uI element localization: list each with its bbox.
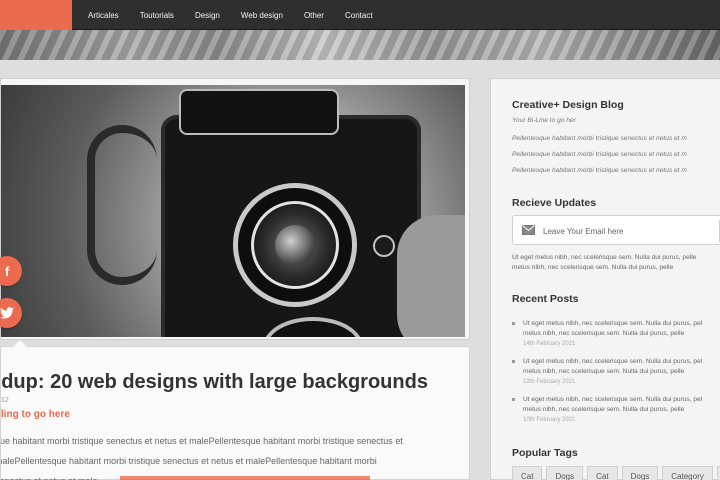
- popular-tags-title: Popular Tags: [512, 447, 578, 459]
- post-date: 12: [1, 397, 9, 404]
- recent-post-text[interactable]: Ut eget metus nibh, nec scelerisque sem.…: [523, 357, 702, 377]
- camera-lens-glass: [275, 225, 315, 265]
- blog-tagline: Your Bi-Line to go her: [512, 117, 576, 124]
- post-hero-image[interactable]: [1, 85, 465, 337]
- nav-item-design[interactable]: Design: [195, 11, 231, 20]
- tag-list: Cat Dogs Cat Dogs Category C: [512, 466, 720, 480]
- updates-text: metus nibh, nec scelerisque sem. Nulla d…: [512, 264, 674, 271]
- main-nav: Articales Toutorials Design Web design O…: [88, 0, 394, 30]
- recent-post-date: 14th February 2021: [523, 341, 576, 347]
- tag-item[interactable]: Cat: [512, 466, 543, 480]
- camera-knob: [373, 235, 395, 257]
- recent-posts-title: Recent Posts: [512, 293, 579, 305]
- top-navigation-bar: Articales Toutorials Design Web design O…: [0, 0, 720, 30]
- nav-item-other[interactable]: Other: [304, 11, 335, 20]
- nav-item-contact[interactable]: Contact: [345, 11, 384, 20]
- email-input[interactable]: [543, 221, 713, 241]
- blog-line: Pellentesque habitant morbi tristique se…: [512, 167, 687, 174]
- post-card: ndup: 20 web designs with large backgrou…: [0, 340, 471, 480]
- updates-title: Recieve Updates: [512, 197, 597, 209]
- updates-text: Ut eget metus nibh, nec scelerisque sem.…: [512, 254, 697, 261]
- sidebar: Creative+ Design Blog Your Bi-Line to go…: [490, 78, 720, 480]
- envelope-icon: [522, 225, 535, 235]
- recent-post-text[interactable]: Ut eget metus nibh, nec scelerisque sem.…: [523, 319, 702, 339]
- nav-item-web-design[interactable]: Web design: [241, 11, 294, 20]
- post-subtitle: ling to go here: [1, 409, 70, 420]
- tag-item[interactable]: Category: [662, 466, 713, 480]
- bullet-icon: [512, 398, 515, 401]
- post-excerpt: que habitant morbi tristique senectus et…: [1, 431, 463, 480]
- camera-strap: [87, 125, 157, 285]
- recent-post-line[interactable]: Ut eget metus nibh, nec scelerisque sem.…: [523, 357, 702, 367]
- post-title-text[interactable]: ndup: 20 web designs with large backgrou…: [1, 371, 428, 394]
- email-field-container: [512, 215, 720, 245]
- post-excerpt-line: malePellentesque habitant morbi tristiqu…: [1, 456, 377, 466]
- hand: [397, 215, 465, 337]
- blog-title: Creative+ Design Blog: [512, 99, 624, 111]
- blog-line: Pellentesque habitant morbi tristique se…: [512, 135, 687, 142]
- recent-post-text[interactable]: Ut eget metus nibh, nec scelerisque sem.…: [523, 395, 702, 415]
- post-title[interactable]: ndup: 20 web designs with large backgrou…: [1, 371, 471, 395]
- tag-item[interactable]: Dogs: [546, 466, 584, 480]
- header-banner: [0, 30, 720, 60]
- tag-item[interactable]: Dogs: [621, 466, 659, 480]
- post-hero-frame: [0, 78, 470, 340]
- blog-line: Pellentesque habitant morbi tristique se…: [512, 151, 687, 158]
- twitter-bird-icon: [0, 307, 14, 319]
- site-logo[interactable]: [0, 0, 72, 30]
- post-excerpt-line: que habitant morbi tristique senectus et…: [1, 436, 403, 446]
- nav-item-toutorials[interactable]: Toutorials: [140, 11, 185, 20]
- nav-item-articales[interactable]: Articales: [88, 11, 130, 20]
- recent-post-date: 12th February 2021: [523, 379, 576, 385]
- bullet-icon: [512, 322, 515, 325]
- camera-viewfinder: [179, 89, 339, 135]
- bullet-icon: [512, 360, 515, 363]
- bottom-accent-line: [120, 476, 370, 480]
- tag-item[interactable]: Cat: [587, 466, 618, 480]
- recent-post-date: 10th February 2021: [523, 417, 576, 423]
- recent-post-line[interactable]: Ut eget metus nibh, nec scelerisque sem.…: [523, 395, 702, 405]
- recent-post-line[interactable]: metus nibh, nec scelerisque sem. Nulla d…: [523, 405, 702, 415]
- recent-post-line[interactable]: metus nibh, nec scelerisque sem. Nulla d…: [523, 329, 702, 339]
- recent-post-line[interactable]: Ut eget metus nibh, nec scelerisque sem.…: [523, 319, 702, 329]
- featured-post: f ndup: 20 web designs with large backgr…: [0, 78, 470, 480]
- recent-post-line[interactable]: metus nibh, nec scelerisque sem. Nulla d…: [523, 367, 702, 377]
